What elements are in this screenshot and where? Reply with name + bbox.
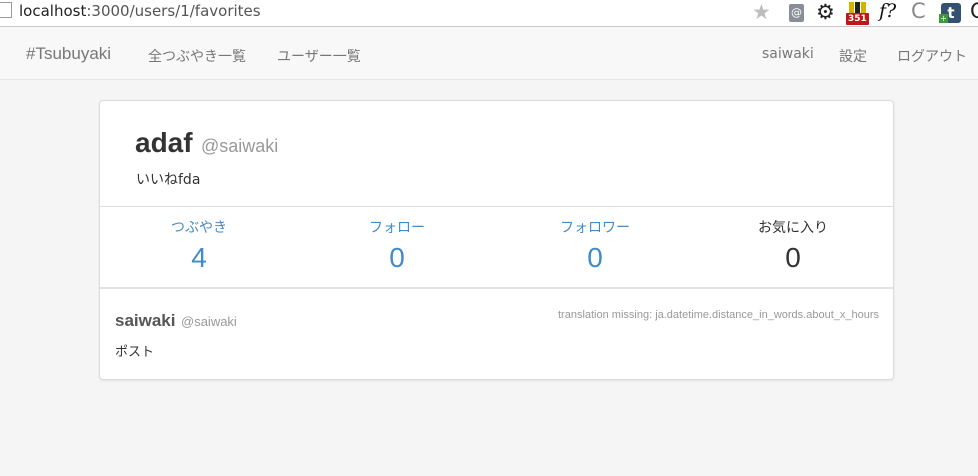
navbar: #Tsubuyaki 全つぶやき一覧 ユーザー一覧 saiwaki 設定 ログア…	[0, 27, 978, 80]
stat-label: お気に入り	[758, 220, 828, 236]
stat-label: つぶやき	[171, 220, 227, 236]
brand-link[interactable]: #Tsubuyaki	[26, 44, 111, 64]
nav-settings[interactable]: 設定	[839, 46, 867, 66]
stat-label: フォロワー	[560, 220, 630, 236]
nav-all-tweets[interactable]: 全つぶやき一覧	[148, 46, 246, 66]
stat-value: 0	[389, 242, 405, 273]
post-handle: @saiwaki	[181, 314, 237, 329]
profile-bio: いいねfda	[136, 172, 201, 188]
stat-tweets[interactable]: つぶやき 4	[100, 217, 298, 274]
page-icon	[0, 2, 12, 18]
divider	[100, 206, 893, 207]
doc-at-icon[interactable]: @	[786, 2, 808, 24]
bars-icon[interactable]: 351	[846, 2, 869, 25]
post-body: ポスト	[115, 345, 155, 360]
post-timestamp: translation missing: ja.datetime.distanc…	[557, 309, 879, 321]
browser-address-bar[interactable]: localhost:3000/users/1/favorites ★ @ ⚙ 3…	[0, 0, 978, 27]
bookmark-star-icon[interactable]: ★	[752, 0, 771, 25]
nav-logout[interactable]: ログアウト	[897, 46, 967, 66]
url-text[interactable]: localhost:3000/users/1/favorites	[19, 2, 261, 20]
nav-current-user[interactable]: saiwaki	[762, 46, 814, 62]
stat-value: 0	[785, 242, 801, 273]
refresh-icon[interactable]: C	[911, 0, 933, 23]
stat-favorites: お気に入り 0	[694, 217, 892, 274]
nav-users[interactable]: ユーザー一覧	[277, 46, 361, 66]
stat-following[interactable]: フォロー 0	[298, 217, 496, 274]
partial-extension-icon[interactable]: C	[970, 0, 978, 23]
profile-name: adaf	[135, 127, 193, 158]
stat-label: フォロー	[369, 220, 425, 236]
stat-followers[interactable]: フォロワー 0	[496, 217, 694, 274]
stat-value: 4	[191, 242, 207, 273]
stat-value: 0	[587, 242, 603, 273]
profile-card: adaf @saiwaki いいねfda つぶやき 4 フォロー 0 フォロワー…	[99, 100, 894, 380]
divider	[100, 287, 893, 289]
tumblr-icon[interactable]: t +	[939, 2, 962, 24]
gear-icon[interactable]: ⚙	[816, 0, 838, 24]
font-icon[interactable]: f?	[879, 0, 901, 22]
profile-handle: @saiwaki	[201, 136, 279, 156]
post-author[interactable]: saiwaki	[115, 311, 176, 331]
extension-badge: 351	[846, 13, 869, 25]
